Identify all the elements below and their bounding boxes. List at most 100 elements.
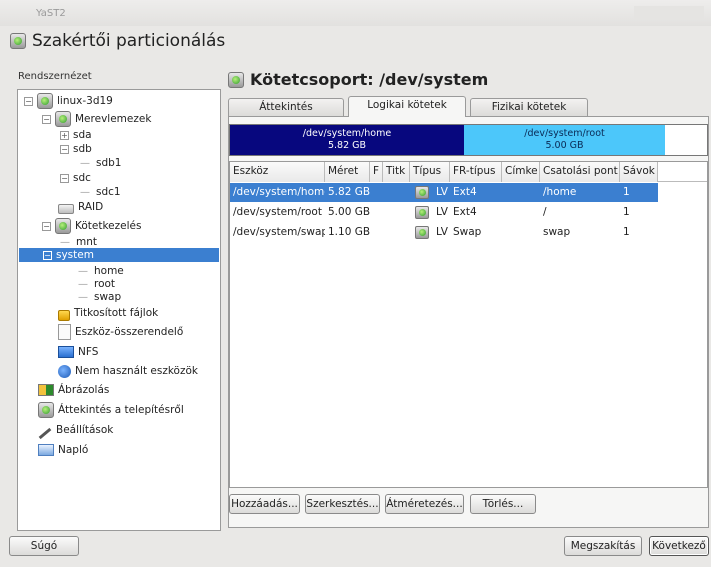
tree-item-label: Eszköz-összerendelő	[75, 326, 184, 338]
cell-mount-point: swap	[543, 226, 571, 238]
column-stripes[interactable]: Sávok	[620, 162, 658, 182]
cell-fs-type: Ext4	[453, 186, 477, 198]
volume-group-heading: Kötetcsoport: /dev/system	[228, 70, 488, 89]
volume-icon	[55, 218, 71, 234]
system-view-tree[interactable]: − linux-3d19 − Merevlemezek + sda − sdb …	[17, 89, 221, 531]
collapse-icon[interactable]: −	[43, 250, 52, 260]
tree-item-graph[interactable]: Ábrázolás	[34, 381, 109, 399]
column-device[interactable]: Eszköz	[230, 162, 325, 182]
tree-item-label: swap	[94, 291, 122, 303]
disk-icon	[55, 111, 71, 127]
tree-item-crypt-files[interactable]: Titkosított fájlok	[54, 304, 158, 322]
tree-item-hard-disks[interactable]: − Merevlemezek	[42, 110, 151, 128]
logical-volume-icon	[415, 186, 429, 199]
tab-logical-volumes[interactable]: Logikai kötetek	[348, 96, 466, 117]
add-button[interactable]: Hozzáadás...	[229, 494, 300, 514]
tree-item-settings[interactable]: Beállítások	[34, 421, 114, 440]
tree-item-label: mnt	[76, 236, 97, 248]
lock-icon	[58, 309, 70, 321]
tab-physical-volumes[interactable]: Fizikai kötetek	[470, 98, 588, 116]
cell-fs-type: Swap	[453, 226, 482, 238]
tree-item-label: sdc1	[96, 186, 121, 198]
tree-item-device-mapper[interactable]: Eszköz-összerendelő	[54, 323, 183, 341]
column-type[interactable]: Típus	[410, 162, 450, 182]
column-size[interactable]: Méret	[325, 162, 370, 182]
collapse-icon[interactable]: −	[60, 173, 69, 183]
cell-stripes: 1	[623, 186, 630, 198]
tree-item-unused-devices[interactable]: Nem használt eszközök	[54, 362, 198, 380]
tree-item-label: Ábrázolás	[58, 384, 110, 396]
cell-stripes: 1	[623, 226, 630, 238]
tree-item-label: Áttekintés a telepítésről	[58, 404, 184, 416]
tree-item-label: Kötetkezelés	[75, 220, 142, 232]
tree-item-log[interactable]: Napló	[34, 441, 88, 459]
edit-button[interactable]: Szerkesztés...	[305, 494, 380, 514]
abort-button[interactable]: Megszakítás	[564, 536, 642, 556]
segment-size: 5.00 GB	[545, 140, 584, 151]
tree-item-label: linux-3d19	[57, 95, 113, 107]
next-button[interactable]: Következő	[649, 536, 709, 556]
table-row[interactable]: /dev/system/root 5.00 GB LV Ext4 / 1	[230, 203, 658, 222]
column-fs-type[interactable]: FR-típus	[450, 162, 502, 182]
column-mount-point[interactable]: Csatolási pont	[540, 162, 620, 182]
tree-item-label: Napló	[58, 444, 89, 456]
partitioner-icon	[10, 33, 26, 49]
segment-name: /dev/system/root	[524, 128, 605, 139]
tree-item-raid[interactable]: RAID	[54, 198, 103, 216]
page-heading: Szakértői particionálás	[10, 29, 225, 53]
segment-size: 5.82 GB	[327, 140, 367, 151]
cell-mount-point: /home	[543, 186, 577, 198]
cell-mount-point: /	[543, 206, 547, 218]
computer-icon	[37, 93, 53, 109]
segment-name: /dev/system/home	[302, 128, 392, 139]
tree-item-nfs[interactable]: NFS	[54, 343, 98, 361]
resize-button[interactable]: Átméretezés...	[385, 494, 464, 514]
logical-volume-icon	[415, 226, 429, 239]
collapse-icon[interactable]: −	[42, 114, 51, 124]
device-mapper-icon	[58, 324, 71, 340]
cell-device: /dev/system/swap	[233, 226, 325, 238]
column-f[interactable]: F	[370, 162, 383, 182]
help-button[interactable]: Súgó	[9, 536, 79, 556]
delete-button[interactable]: Törlés...	[470, 494, 536, 514]
cell-device: /dev/system/home	[233, 186, 325, 198]
wrench-icon	[38, 427, 52, 440]
disk-icon	[38, 402, 54, 418]
collapse-icon[interactable]: −	[24, 96, 33, 106]
usage-segment-root: /dev/system/root 5.00 GB	[464, 125, 665, 155]
network-folder-icon	[58, 346, 74, 358]
help-disk-icon	[58, 364, 71, 378]
tab-overview[interactable]: Áttekintés	[228, 98, 344, 116]
tree-item-install-overview[interactable]: Áttekintés a telepítésről	[34, 401, 184, 419]
cell-size: 5.00 GB	[328, 206, 370, 218]
table-row[interactable]: /dev/system/swap 1.10 GB LV Swap swap 1	[230, 223, 658, 242]
graph-icon	[38, 384, 54, 396]
tree-item-host[interactable]: − linux-3d19	[24, 92, 113, 110]
logical-volume-icon	[415, 206, 429, 219]
collapse-icon[interactable]: −	[60, 144, 69, 154]
tree-connector: —	[78, 291, 88, 303]
column-crypt[interactable]: Titk	[383, 162, 410, 182]
tree-item-label: Beállítások	[56, 424, 114, 436]
collapse-icon[interactable]: −	[42, 221, 51, 231]
tree-connector: —	[80, 186, 90, 198]
volume-group-icon	[228, 71, 244, 88]
cell-size: 1.10 GB	[328, 226, 370, 238]
table-row[interactable]: /dev/system/home 5.82 GB LV Ext4 /home 1	[230, 183, 658, 202]
system-view-label: Rendszernézet	[18, 71, 92, 82]
tree-item-label: Titkosított fájlok	[74, 307, 159, 319]
tree-item-label: Nem használt eszközök	[75, 365, 199, 377]
window-controls[interactable]	[634, 6, 704, 20]
volume-group-title: Kötetcsoport: /dev/system	[250, 70, 489, 89]
usage-segment-free	[665, 125, 707, 155]
tree-connector: —	[80, 157, 90, 169]
usage-segment-home: /dev/system/home 5.82 GB	[230, 125, 464, 155]
window-title: YaST2	[36, 8, 66, 19]
tree-item-label: sdb1	[96, 157, 122, 169]
volume-usage-bar: /dev/system/home 5.82 GB /dev/system/roo…	[229, 124, 708, 156]
logical-volumes-table[interactable]: Eszköz Méret F Titk Típus FR-típus Címke…	[229, 161, 708, 488]
column-label[interactable]: Címke	[502, 162, 540, 182]
tree-item-system[interactable]: − system	[19, 248, 219, 262]
tree-connector: —	[60, 236, 70, 248]
expand-icon[interactable]: +	[60, 130, 69, 140]
